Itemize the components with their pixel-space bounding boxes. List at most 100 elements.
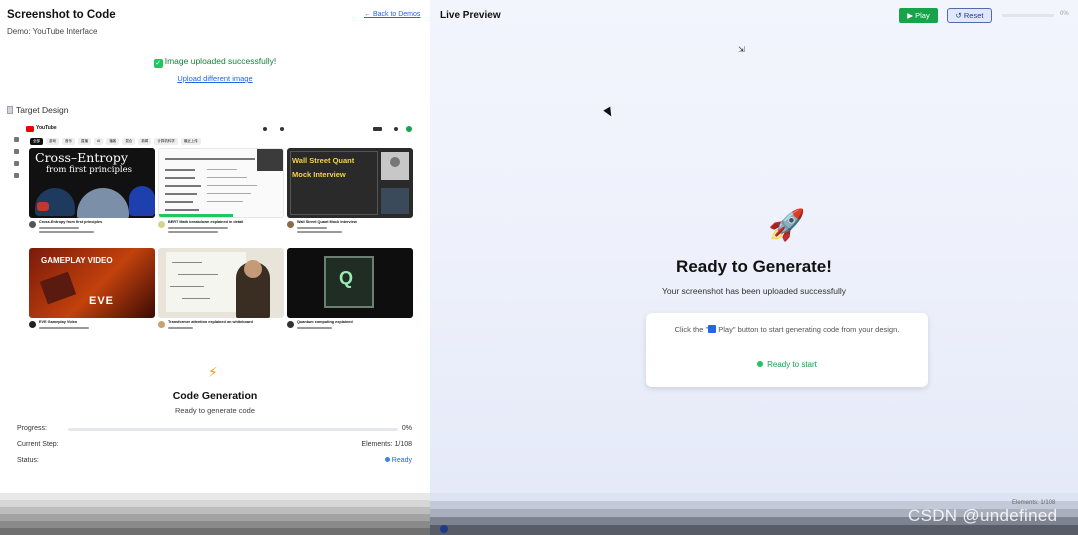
status-value: Ready — [384, 457, 412, 464]
progress-value: 0% — [401, 425, 412, 432]
mic-icon — [263, 127, 267, 131]
status-value-text: Ready — [391, 457, 412, 464]
chip-3: 直播 — [78, 138, 91, 145]
thumbnail-subtext: Mock Interview — [292, 170, 346, 179]
channel-avatar — [287, 321, 294, 328]
create-icon — [373, 127, 382, 131]
video-thumbnail — [158, 148, 284, 218]
upload-status-text: Image uploaded successfully! — [164, 56, 277, 66]
video-card: GAMEPLAY VIDEO EVE EVE Gameplay Video — [29, 248, 155, 340]
cursor-icon: ⇲ — [738, 45, 745, 54]
search-icon — [280, 127, 284, 131]
status-dot-icon — [384, 457, 390, 462]
instructions-text-start: Click the " — [674, 325, 709, 334]
current-step-label: Current Step: — [17, 441, 59, 448]
video-thumbnail: Cross–Entropy from first principles — [29, 148, 155, 218]
chip-6: 混合 — [122, 138, 136, 145]
rocket-icon: 🚀 — [768, 209, 806, 242]
upload-different-image-link[interactable]: Upload different image — [0, 74, 430, 83]
preview-progress-value: 0% — [1060, 11, 1069, 17]
progress-bar — [68, 428, 398, 431]
ready-heading: Ready to Generate! — [676, 257, 832, 276]
left-panel-content: Screenshot to Code Demo: YouTube Interfa… — [0, 0, 430, 493]
code-generation-subtitle: Ready to generate code — [174, 406, 256, 415]
chip-8: 计算机科学 — [154, 138, 178, 145]
home-icon — [13, 137, 19, 142]
youtube-logo-icon — [26, 126, 34, 132]
channel-avatar — [287, 221, 294, 228]
instructions-text-end: " button to start generating code from y… — [732, 325, 900, 334]
video-card: Wall Street Quant Mock Interview Wall St… — [287, 148, 413, 240]
chip-7: 新闻 — [138, 138, 152, 145]
channel-avatar — [158, 321, 165, 328]
play-button[interactable]: ▶ Play — [899, 8, 938, 23]
thumbnail-text: Wall Street Quant — [292, 156, 355, 165]
target-design-label: Target Design — [16, 105, 69, 115]
video-thumbnail — [158, 248, 284, 318]
chip-1: 游戏 — [46, 138, 59, 145]
video-title: EVE Gameplay Video — [39, 320, 78, 324]
video-title: Transformer attention explained on white… — [168, 320, 253, 324]
thumbnail-logo: Q — [339, 268, 354, 288]
status-label: Status: — [17, 457, 39, 464]
you-icon — [13, 173, 19, 178]
video-title: Wall Street Quant Mock Interview — [297, 220, 357, 224]
chip-5: 播客 — [106, 138, 120, 145]
subscriptions-icon — [13, 161, 19, 166]
indicator-dot — [440, 525, 448, 533]
live-preview-panel: Live Preview ▶ Play ↺ Reset 0% ⇲ 🚀 Ready… — [430, 0, 1078, 535]
video-thumbnail: GAMEPLAY VIDEO EVE — [29, 248, 155, 318]
instructions-card: Click the " Play" button to start genera… — [646, 313, 928, 387]
channel-avatar — [158, 221, 165, 228]
instructions-text: Click the " Play" button to start genera… — [660, 324, 914, 336]
target-design-image: YouTube 全部 游戏 音乐 直播 AI 播客 混合 新闻 计算机科学 最近上传 Cross–… — [8, 121, 418, 336]
video-title: Quantum computing explained — [297, 320, 353, 324]
left-panel: Screenshot to Code Demo: YouTube Interfa… — [0, 0, 430, 535]
current-step-value: Elements: 1/108 — [361, 441, 412, 448]
check-icon: ✓ — [153, 59, 163, 68]
preview-progress-bar — [1002, 14, 1054, 17]
reset-button[interactable]: ↺ Reset — [947, 8, 992, 23]
status-dot-icon — [757, 361, 764, 367]
thumbnail-text: GAMEPLAY VIDEO — [41, 256, 113, 265]
play-icon — [708, 325, 717, 333]
channel-avatar — [29, 321, 36, 328]
video-thumbnail: Wall Street Quant Mock Interview — [287, 148, 413, 218]
mouse-pointer-icon — [603, 106, 615, 119]
chip-0: 全部 — [30, 138, 43, 145]
video-thumbnail: Q — [287, 248, 413, 318]
channel-avatar — [29, 221, 36, 228]
video-title: BERT Math breakdown explained in detail — [168, 220, 244, 224]
code-generation-title: Code Generation — [172, 390, 258, 402]
chip-2: 音乐 — [62, 138, 75, 145]
back-to-demos-link[interactable]: ← Back to Demos — [364, 11, 420, 18]
video-card: Q Quantum computing explained — [287, 248, 413, 340]
youtube-logo-text: YouTube — [36, 125, 57, 131]
bell-icon — [394, 127, 398, 131]
document-icon — [7, 106, 13, 114]
ready-subtitle: Your screenshot has been uploaded succes… — [662, 286, 846, 296]
video-card: Cross–Entropy from first principles Cros… — [29, 148, 155, 240]
yt-sidebar — [11, 130, 21, 178]
chip-9: 最近上传 — [180, 138, 201, 145]
left-bottom-artifact — [0, 493, 430, 535]
chip-4: AI — [94, 138, 104, 145]
live-preview-title: Live Preview — [440, 10, 501, 21]
shorts-icon — [13, 149, 19, 154]
demo-subtitle: Demo: YouTube Interface — [7, 27, 98, 36]
video-card: BERT Math breakdown explained in detail — [158, 148, 284, 240]
progress-label: Progress: — [17, 425, 47, 432]
thumbnail-text: Cross–Entropy — [35, 150, 128, 165]
avatar — [406, 126, 412, 132]
ready-status: Ready to start — [646, 360, 928, 369]
thumbnail-subtext: from first principles — [46, 165, 133, 175]
target-design-heading: Target Design — [7, 105, 68, 115]
yt-topbar: YouTube — [8, 121, 418, 137]
app-title: Screenshot to Code — [7, 9, 116, 21]
instructions-play-word: Play — [718, 325, 733, 334]
watermark: CSDN @undefined — [908, 506, 1058, 525]
video-card: Transformer attention explained on white… — [158, 248, 284, 340]
upload-status: ✓ Image uploaded successfully! — [0, 56, 430, 68]
ready-status-text: Ready to start — [767, 360, 817, 369]
eve-logo: EVE — [89, 295, 115, 307]
